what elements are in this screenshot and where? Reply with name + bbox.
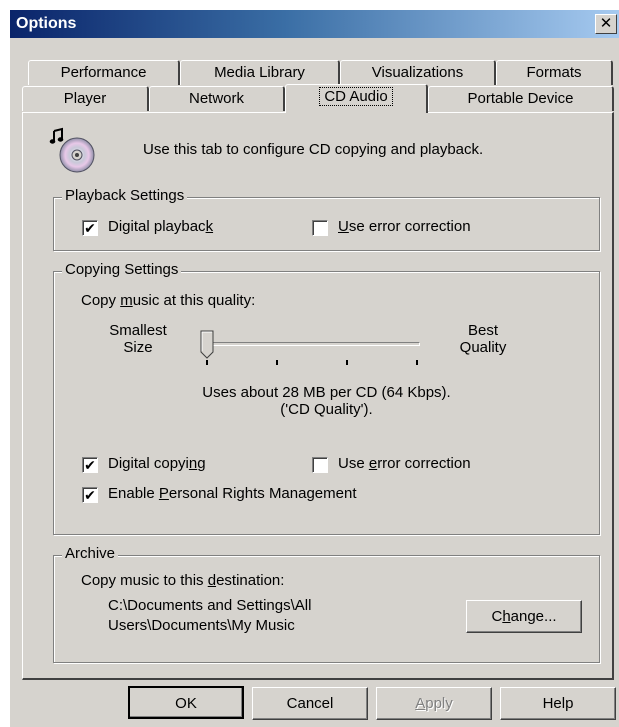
playback-settings-group: Playback Settings ✔ Digital playback Use… (53, 187, 600, 251)
cancel-button[interactable]: Cancel (252, 687, 368, 720)
checkmark-icon: ✔ (84, 457, 96, 473)
prm-label[interactable]: Enable Personal Rights Management (108, 485, 357, 502)
tab-label: Visualizations (371, 64, 464, 81)
digital-copying-checkbox[interactable]: ✔ (82, 457, 98, 473)
window-title: Options (16, 15, 77, 32)
destination-label: Copy music to this destination: (81, 572, 285, 589)
tab-player[interactable]: Player (22, 86, 149, 111)
playback-settings-legend: Playback Settings (62, 187, 188, 204)
cd-music-icon (49, 127, 97, 175)
quality-slider[interactable] (200, 330, 424, 370)
slider-thumb[interactable] (200, 330, 216, 360)
tab-label: Network (188, 90, 244, 107)
copy-usage-text: Uses about 28 MB per CD (64 Kbps). ('CD … (202, 384, 451, 418)
slider-min-label: Smallest Size (109, 322, 167, 356)
tab-visualizations[interactable]: Visualizations (340, 60, 496, 85)
close-button[interactable]: ✕ (595, 14, 617, 34)
apply-button[interactable]: Apply (376, 687, 492, 720)
intro-text: Use this tab to configure CD copying and… (143, 141, 484, 158)
tab-label: Formats (526, 64, 582, 81)
copy-error-correction-checkbox[interactable] (312, 457, 328, 473)
prm-checkbox[interactable]: ✔ (82, 487, 98, 503)
checkmark-icon: ✔ (84, 220, 96, 236)
tab-label: Player (63, 90, 107, 107)
close-icon: ✕ (599, 15, 613, 32)
copying-settings-legend: Copying Settings (62, 261, 182, 278)
tab-cd-audio[interactable]: CD Audio (285, 84, 428, 113)
slider-tick (346, 360, 348, 365)
archive-legend: Archive (62, 545, 119, 562)
destination-path: C:\Documents and Settings\All Users\Docu… (108, 597, 312, 634)
playback-error-correction-checkbox[interactable] (312, 220, 328, 236)
copy-quality-label: Copy music at this quality: (81, 292, 256, 309)
tab-portable-device[interactable]: Portable Device (428, 86, 614, 111)
archive-group: Archive Copy music to this destination: … (53, 545, 600, 663)
tab-label: Media Library (214, 64, 305, 81)
tab-label: Performance (60, 64, 147, 81)
digital-copying-label[interactable]: Digital copying (108, 455, 206, 472)
digital-playback-label[interactable]: Digital playback (108, 218, 213, 235)
slider-track (206, 342, 420, 346)
slider-tick (276, 360, 278, 365)
tab-label: CD Audio (319, 87, 393, 106)
tab-network[interactable]: Network (149, 86, 285, 111)
slider-tick (416, 360, 418, 365)
options-dialog: Options ✕ Performance Media Library Visu… (8, 8, 619, 727)
tab-label: Portable Device (467, 90, 574, 107)
title-bar: Options ✕ (10, 10, 619, 38)
playback-error-correction-label[interactable]: Use error correction (338, 218, 471, 235)
slider-max-label: Best Quality (459, 322, 507, 356)
tab-performance[interactable]: Performance (28, 60, 180, 85)
checkmark-icon: ✔ (84, 487, 96, 503)
tab-formats[interactable]: Formats (496, 60, 613, 85)
cd-audio-panel: Use this tab to configure CD copying and… (22, 112, 614, 680)
help-button[interactable]: Help (500, 687, 616, 720)
digital-playback-checkbox[interactable]: ✔ (82, 220, 98, 236)
slider-tick (206, 360, 208, 365)
change-button[interactable]: Change... (466, 600, 582, 633)
tab-media-library[interactable]: Media Library (180, 60, 340, 85)
copying-settings-group: Copying Settings Copy music at this qual… (53, 261, 600, 535)
copy-error-correction-label[interactable]: Use error correction (338, 455, 471, 472)
ok-button[interactable]: OK (128, 686, 244, 719)
